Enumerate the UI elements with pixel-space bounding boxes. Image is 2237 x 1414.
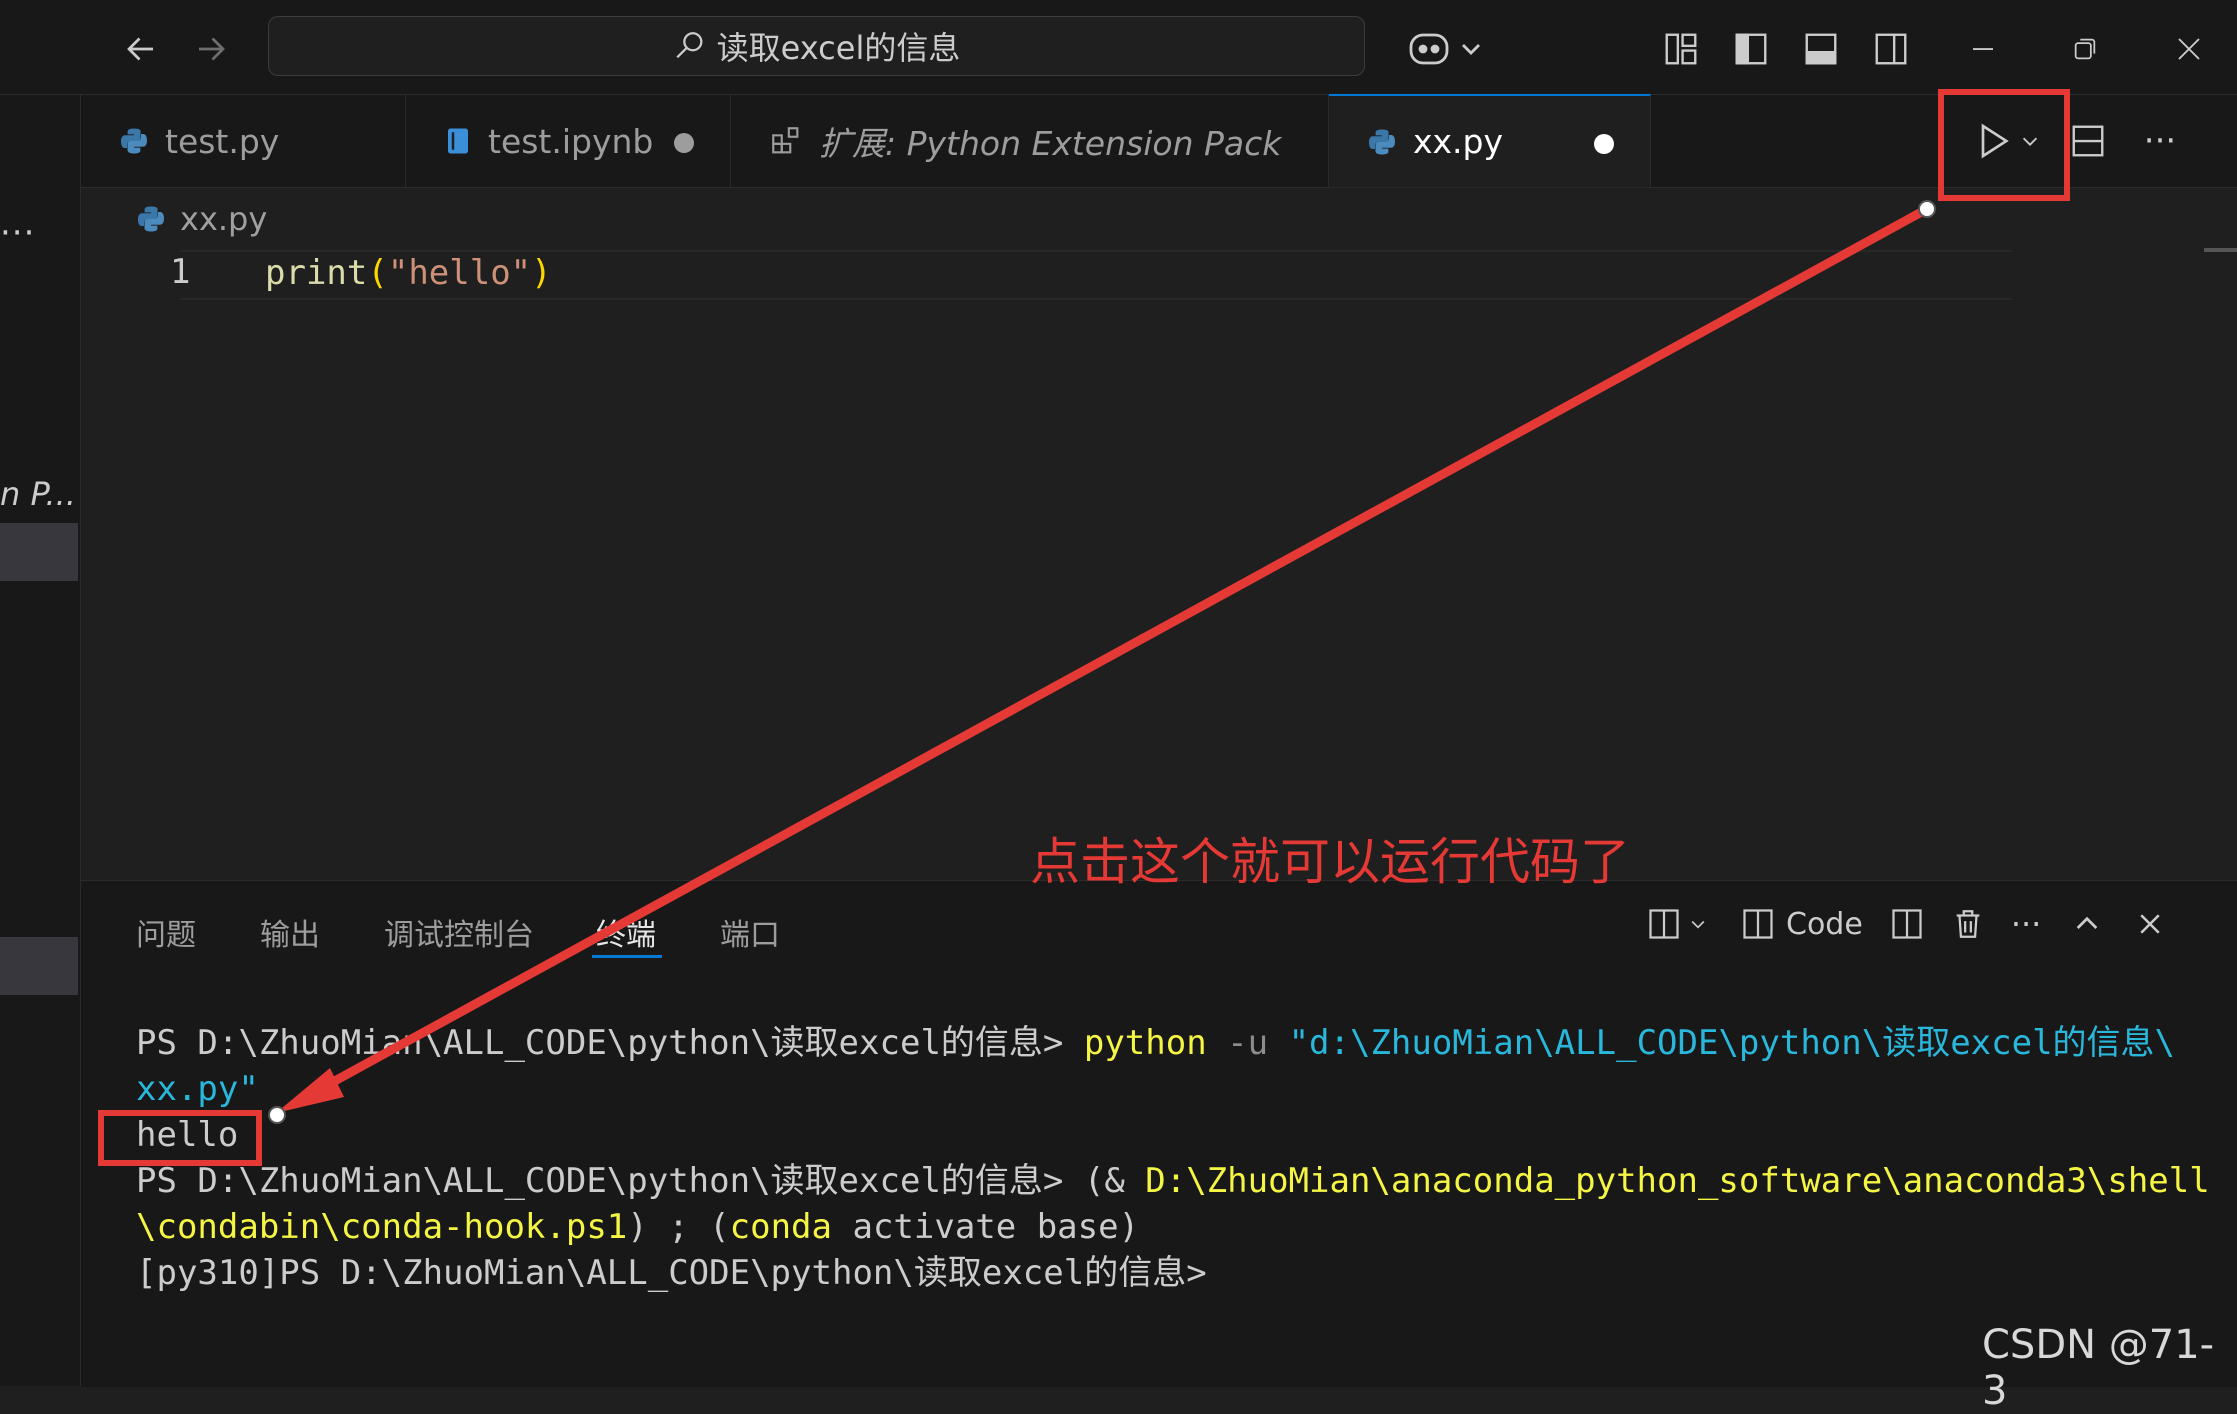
watermark: CSDN @71-3 (1982, 1322, 2215, 1414)
annotation-arrow (268, 200, 1936, 1124)
annotation-text: 点击这个就可以运行代码了 (1030, 833, 1630, 891)
